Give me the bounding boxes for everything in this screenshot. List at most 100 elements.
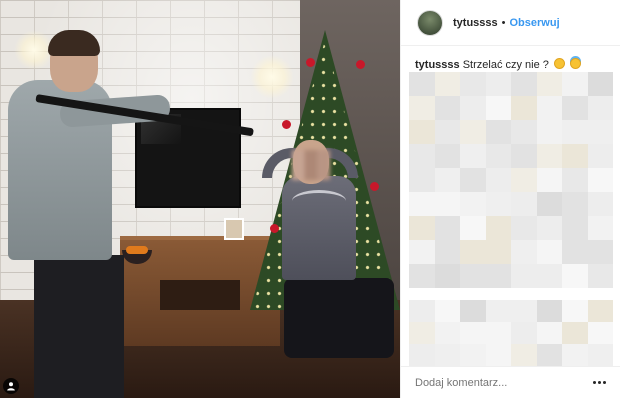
user-tag-icon[interactable] <box>3 378 19 394</box>
pixel-cell <box>587 300 613 322</box>
pixel-cell <box>587 240 613 264</box>
caption-username[interactable]: tytussss <box>415 59 460 71</box>
pixel-cell <box>409 168 435 192</box>
pixel-cell <box>536 216 562 240</box>
pixel-cell <box>511 322 537 344</box>
pixel-cell <box>434 264 460 288</box>
pixel-cell <box>409 344 435 366</box>
post-photo[interactable] <box>0 0 400 398</box>
pixel-cell <box>485 168 511 192</box>
post-caption: tytussss Strzelać czy nie ? <box>415 58 611 72</box>
pixel-cell <box>536 240 562 264</box>
pixel-cell <box>562 300 588 322</box>
pixel-cell <box>536 120 562 144</box>
pixel-cell <box>460 168 486 192</box>
pixel-cell <box>409 264 435 288</box>
pixel-cell <box>409 192 435 216</box>
laughing-tears-emoji-icon <box>553 58 565 69</box>
pixel-cell <box>485 144 511 168</box>
pixelated-face <box>292 150 330 180</box>
pixel-cell <box>434 168 460 192</box>
person-standing-legs <box>34 255 124 398</box>
ornament <box>306 58 315 67</box>
pixel-cell <box>460 144 486 168</box>
pixel-cell <box>587 344 613 366</box>
pixel-cell <box>562 344 588 366</box>
pixel-cell <box>536 300 562 322</box>
pixel-cell <box>536 264 562 288</box>
pixel-cell <box>511 300 537 322</box>
pixel-cell <box>511 192 537 216</box>
pixel-cell <box>434 144 460 168</box>
avatar[interactable] <box>417 9 443 36</box>
ornament <box>282 120 291 129</box>
pixel-cell <box>409 322 435 344</box>
post-sidebar: tytussss • Obserwuj tytussss Strzelać cz… <box>400 0 620 398</box>
person-kneeling-legs <box>284 278 394 358</box>
pixel-cell <box>587 168 613 192</box>
pixel-cell <box>485 344 511 366</box>
pixel-cell <box>434 192 460 216</box>
pixel-cell <box>587 72 613 96</box>
pixel-cell <box>485 300 511 322</box>
pixel-cell <box>485 240 511 264</box>
pixel-cell <box>562 192 588 216</box>
pixel-cell <box>536 192 562 216</box>
pixel-cell <box>511 144 537 168</box>
comment-input[interactable] <box>415 376 589 389</box>
pixel-cell <box>562 216 588 240</box>
pixel-cell <box>511 72 537 96</box>
pixel-cell <box>460 240 486 264</box>
ornament <box>270 224 279 233</box>
pixel-cell <box>460 322 486 344</box>
pixel-cell <box>434 300 460 322</box>
pixel-cell <box>562 120 588 144</box>
pixel-cell <box>460 216 486 240</box>
ornament <box>370 182 379 191</box>
pixel-cell <box>434 120 460 144</box>
pixel-cell <box>562 264 588 288</box>
pixel-cell <box>536 344 562 366</box>
caption-text: Strzelać czy nie ? <box>462 59 549 71</box>
pixel-cell <box>409 72 435 96</box>
pixel-cell <box>434 344 460 366</box>
pixel-cell <box>409 144 435 168</box>
pixel-cell <box>511 120 537 144</box>
instagram-post: tytussss • Obserwuj tytussss Strzelać cz… <box>0 0 620 398</box>
pixel-cell <box>587 96 613 120</box>
pixel-cell <box>434 322 460 344</box>
post-header: tytussss • Obserwuj <box>401 0 620 46</box>
pixelated-comments <box>409 300 613 366</box>
pixel-cell <box>434 216 460 240</box>
pixel-cell <box>485 72 511 96</box>
pixel-cell <box>562 240 588 264</box>
pixel-cell <box>511 264 537 288</box>
pixel-cell <box>485 264 511 288</box>
pixel-cell <box>587 192 613 216</box>
pixel-cell <box>485 322 511 344</box>
pixel-cell <box>587 144 613 168</box>
pixel-cell <box>460 300 486 322</box>
pixel-cell <box>587 322 613 344</box>
ellipsis-icon[interactable] <box>589 381 609 384</box>
pixel-cell <box>485 192 511 216</box>
username-link[interactable]: tytussss <box>453 17 498 29</box>
pixel-cell <box>409 240 435 264</box>
pixel-cell <box>562 96 588 120</box>
pixel-cell <box>587 264 613 288</box>
pixelated-comments <box>409 72 613 288</box>
pixel-cell <box>536 144 562 168</box>
pixel-cell <box>511 216 537 240</box>
pixel-cell <box>511 344 537 366</box>
follow-button[interactable]: Obserwuj <box>510 17 560 29</box>
pixel-cell <box>562 144 588 168</box>
pixel-cell <box>460 96 486 120</box>
separator-dot: • <box>501 16 506 29</box>
gingerbread-house <box>224 218 244 240</box>
pixel-cell <box>434 72 460 96</box>
pixel-cell <box>587 120 613 144</box>
pixel-cell <box>536 96 562 120</box>
pixel-cell <box>460 344 486 366</box>
pixel-cell <box>485 216 511 240</box>
pixel-cell <box>409 120 435 144</box>
